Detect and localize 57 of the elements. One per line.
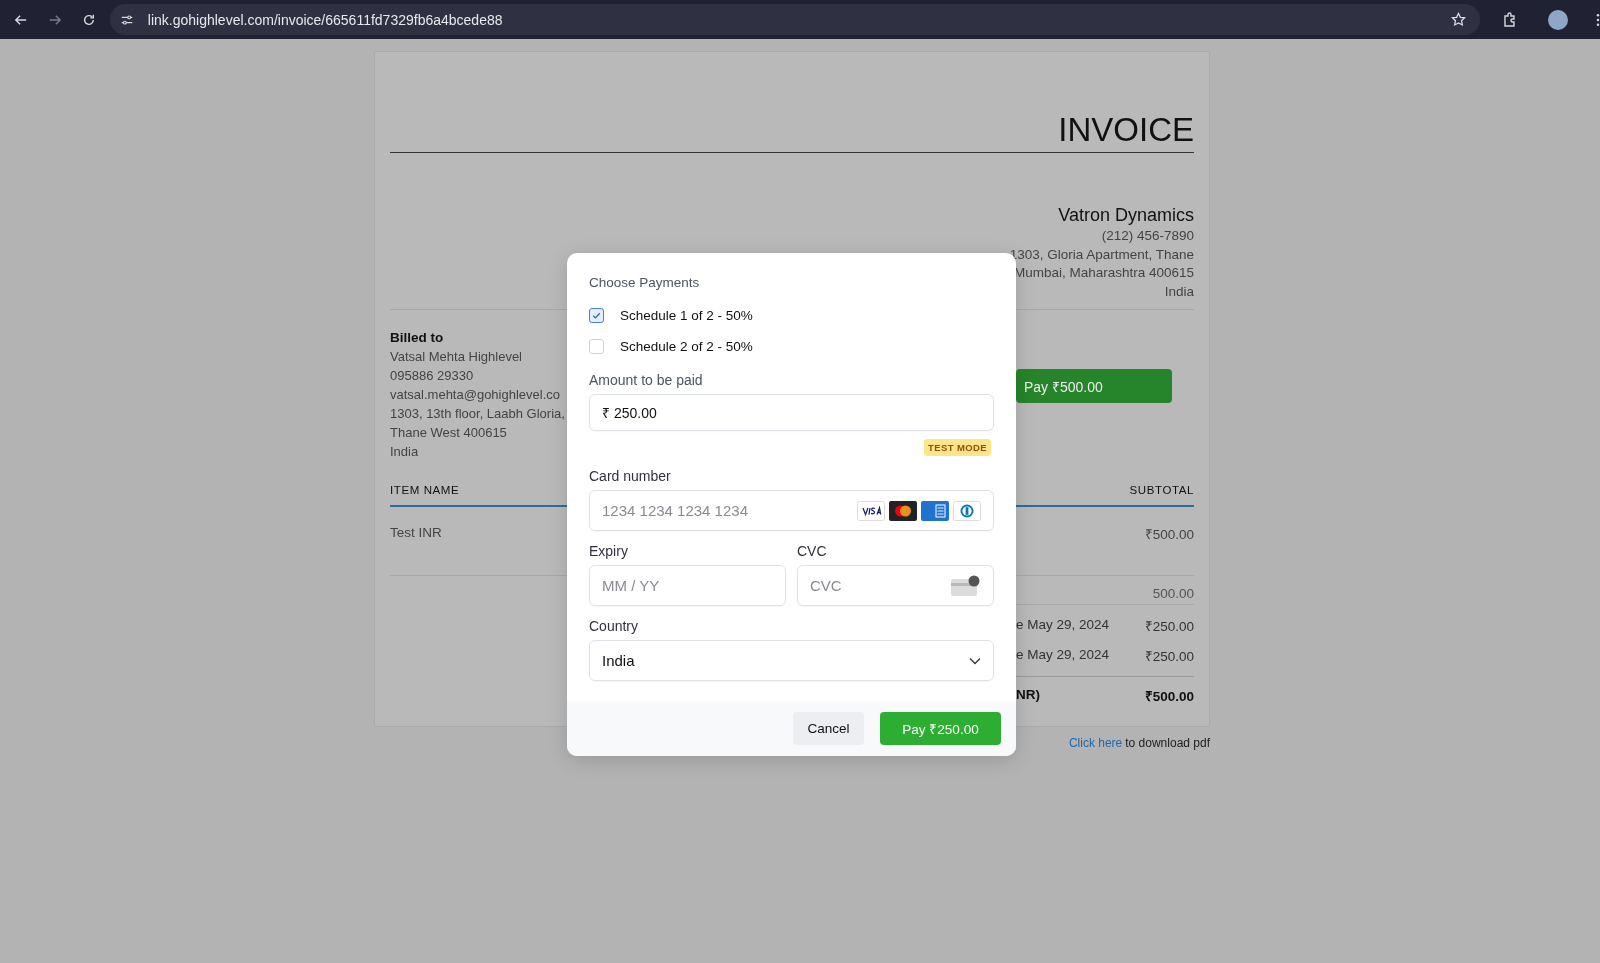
expiry-field[interactable]: MM / YY (589, 565, 786, 606)
column-header: SUBTOTAL (1129, 484, 1194, 496)
visa-card-icon (857, 500, 885, 521)
invoice-title: INVOICE (390, 110, 1194, 153)
table-cell-text: Test INR (390, 525, 442, 542)
company-name: Vatron Dynamics (1058, 204, 1194, 227)
mastercard-icon (889, 500, 917, 521)
checkbox[interactable] (589, 308, 604, 323)
cvc-field[interactable]: CVC (797, 565, 994, 606)
site-settings-icon[interactable] (119, 12, 134, 27)
summary-label: NR) (1016, 687, 1040, 704)
pay-button[interactable]: Pay ₹250.00 (880, 712, 1001, 745)
field-label: CVC (797, 543, 828, 559)
country-select[interactable]: India (589, 640, 994, 681)
url-text: link.gohighlevel.com/invoice/665611fd7329fb6a4bcede88 (147, 11, 503, 28)
menu-icon[interactable] (1596, 12, 1600, 27)
back-icon[interactable] (14, 12, 28, 27)
field-label: Country (589, 618, 640, 634)
column-header: ITEM NAME (390, 484, 460, 496)
bookmark-star-icon[interactable] (1451, 12, 1467, 27)
amount-field[interactable]: ₹ 250.00 (589, 394, 994, 431)
schedule-label: Schedule 1 of 2 - 50% (620, 308, 753, 323)
summary-value: ₹250.00 (1144, 648, 1194, 665)
dialog-heading: Choose Payments (589, 274, 701, 292)
pay-button[interactable]: Pay ₹500.00 (1016, 369, 1172, 403)
address-bar[interactable]: link.gohighlevel.com/invoice/665611fd7329fb6a4bcede88 (109, 4, 1481, 35)
summary-value: 500.00 (1152, 586, 1194, 601)
profile-avatar[interactable] (1548, 9, 1568, 30)
table-cell-text: ₹500.00 (1144, 526, 1194, 543)
cvc-card-icon (951, 574, 981, 597)
schedule-label: Schedule 2 of 2 - 50% (620, 339, 753, 354)
billed-to-detail: 095886 29330 (390, 367, 475, 385)
cancel-button[interactable]: Cancel (793, 712, 864, 745)
summary-label: e May 29, 2024 (1016, 617, 1110, 634)
billed-to-detail: vatsal.mehta@gohighlevel.co (390, 386, 561, 404)
field-label: Amount to be paid (589, 372, 704, 388)
billed-to-detail: 1303, 13th floor, Laabh Gloria, (390, 405, 565, 423)
billed-to-detail: Vatsal Mehta Highlevel (390, 348, 523, 366)
card-number-field[interactable]: 1234 1234 1234 1234 (589, 490, 994, 531)
field-label: Expiry (589, 543, 629, 559)
test-mode-badge: TEST MODE (923, 439, 991, 456)
download-link[interactable]: Click here (1068, 736, 1123, 750)
summary-value: ₹500.00 (1144, 688, 1194, 705)
summary-value: ₹250.00 (1144, 618, 1194, 635)
chevron-down-icon (969, 656, 981, 665)
billed-to-detail: India (390, 443, 420, 461)
company-detail: (212) 456-7890 (1101, 227, 1194, 245)
check-icon (591, 310, 602, 321)
download-text: to download pdf (1125, 736, 1210, 750)
billed-to-heading: Billed to (390, 329, 445, 347)
billed-to-detail: Thane West 400615 (390, 424, 508, 442)
field-label: Card number (589, 468, 672, 484)
forward-icon[interactable] (47, 12, 62, 27)
summary-label: e May 29, 2024 (1016, 647, 1110, 664)
reload-icon[interactable] (81, 12, 96, 27)
company-detail: 1303, Gloria Apartment, Thane (1009, 245, 1194, 264)
company-detail: India (1164, 282, 1194, 301)
